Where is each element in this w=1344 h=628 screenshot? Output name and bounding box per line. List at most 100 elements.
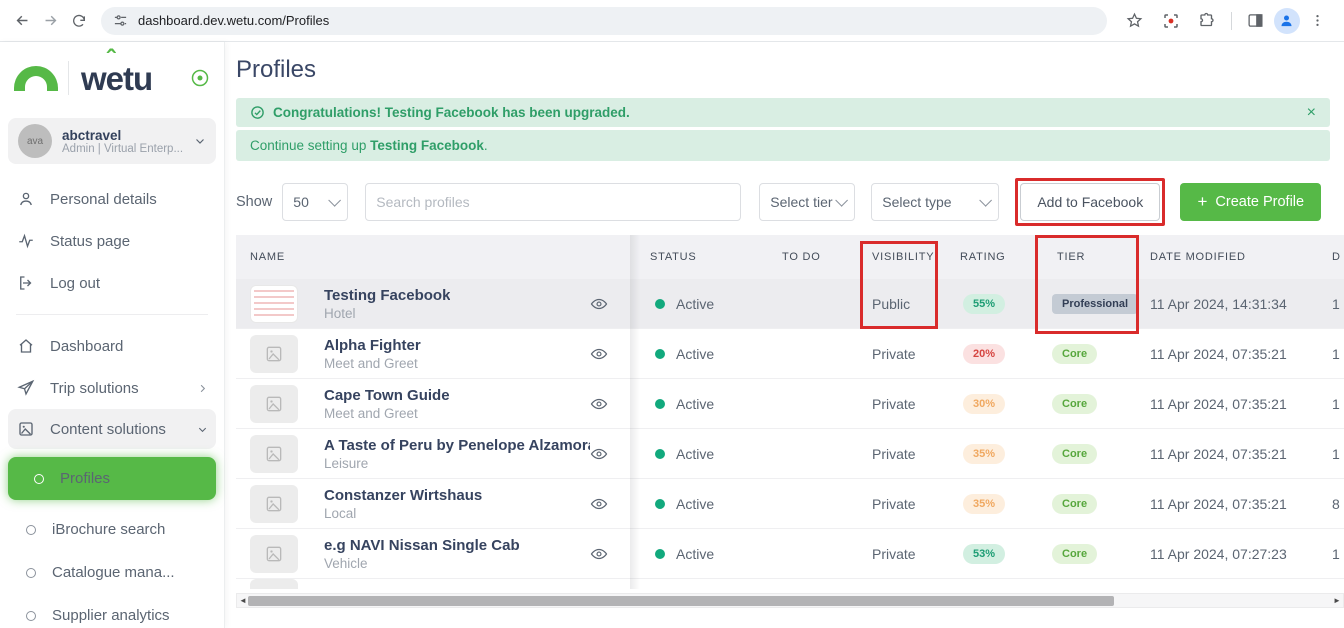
site-settings-icon[interactable] — [113, 13, 128, 28]
rating-badge: 35% — [963, 444, 1005, 464]
sidebar-item-personal-details[interactable]: Personal details — [0, 178, 224, 220]
column-header-name[interactable]: NAME — [236, 251, 630, 263]
table-row[interactable]: A Taste of Peru by Penelope Alzamora Lei… — [236, 429, 1344, 479]
scroll-right-arrow-icon[interactable]: ► — [1331, 593, 1343, 608]
user-role: Admin | Virtual Enterp... — [62, 143, 183, 155]
clipped-cell: 1 — [1318, 346, 1344, 362]
column-header-tier[interactable]: TIER — [1038, 251, 1140, 263]
status-dot — [655, 349, 665, 359]
table-row[interactable]: Alpha Fighter Meet and Greet Active Priv… — [236, 329, 1344, 379]
wetu-arch-logo — [14, 66, 58, 91]
chevron-down-icon[interactable] — [194, 135, 206, 147]
search-input[interactable] — [376, 194, 730, 210]
add-to-facebook-button[interactable]: Add to Facebook — [1020, 183, 1160, 221]
table-row[interactable]: Testing Facebook Hotel Active Public 55%… — [236, 279, 1344, 329]
sidebar-item-label: Status page — [50, 233, 130, 250]
sidebar-item-status-page[interactable]: Status page — [0, 220, 224, 262]
column-header-date-modified[interactable]: DATE MODIFIED — [1140, 251, 1318, 263]
visibility-cell: Private — [860, 446, 948, 462]
logout-icon — [16, 274, 36, 292]
side-panel-icon[interactable] — [1241, 6, 1271, 36]
radio-bullet-icon — [26, 525, 36, 535]
profile-thumbnail-placeholder — [250, 385, 298, 423]
chevron-right-icon — [197, 383, 208, 394]
table-row[interactable]: Cape Town Guide Meet and Greet Active Pr… — [236, 379, 1344, 429]
page-size-select[interactable]: 50 — [282, 183, 348, 221]
bookmark-star-icon[interactable] — [1120, 6, 1150, 36]
tier-badge: Core — [1052, 344, 1097, 364]
home-icon — [16, 337, 36, 355]
profile-type: Meet and Greet — [324, 406, 450, 421]
clipped-cell: 8 — [1318, 496, 1344, 512]
sidebar-item-catalogue-management[interactable]: Catalogue mana... — [0, 551, 224, 594]
scrollbar-thumb[interactable] — [248, 596, 1114, 606]
close-icon[interactable]: × — [1307, 104, 1316, 122]
profile-thumbnail-placeholder — [250, 579, 298, 589]
horizontal-scrollbar[interactable]: ◄ ► — [236, 593, 1344, 608]
table-row[interactable]: Constanzer Wirtshaus Local Active Privat… — [236, 479, 1344, 529]
tier-badge: Core — [1052, 494, 1097, 514]
back-icon[interactable] — [10, 6, 34, 36]
preview-eye-icon[interactable] — [590, 395, 608, 413]
profile-name: Constanzer Wirtshaus — [324, 487, 482, 504]
sidebar-toggle-icon[interactable] — [190, 68, 210, 88]
column-header-visibility[interactable]: VISIBILITY — [860, 251, 948, 263]
reload-icon[interactable] — [67, 6, 91, 36]
type-filter-select[interactable]: Select type — [871, 183, 999, 221]
sidebar-item-log-out[interactable]: Log out — [0, 262, 224, 304]
preview-eye-icon[interactable] — [590, 295, 608, 313]
plus-icon: + — [1197, 192, 1207, 212]
sidebar-item-label: Content solutions — [50, 421, 166, 438]
browser-profile-avatar[interactable] — [1274, 8, 1300, 34]
status-dot — [655, 399, 665, 409]
sidebar-item-supplier-analytics[interactable]: Supplier analytics — [0, 594, 224, 628]
profile-type: Leisure — [324, 456, 590, 471]
chevron-down-icon — [329, 194, 342, 207]
user-account-card[interactable]: ava abctravel Admin | Virtual Enterp... — [8, 118, 216, 164]
clipped-cell: 1 — [1318, 296, 1344, 312]
tier-badge: Professional — [1052, 294, 1138, 314]
date-modified-cell: 11 Apr 2024, 07:35:21 — [1140, 346, 1318, 362]
extensions-puzzle-icon[interactable] — [1192, 6, 1222, 36]
date-modified-cell: 11 Apr 2024, 07:35:21 — [1140, 396, 1318, 412]
sidebar-item-trip-solutions[interactable]: Trip solutions — [0, 367, 224, 409]
continue-banner-text: Continue setting up Testing Facebook. — [250, 138, 488, 153]
clipped-cell: 1 — [1318, 546, 1344, 562]
sidebar-item-profiles[interactable]: Profiles — [8, 457, 216, 500]
tier-filter-select[interactable]: Select tier — [759, 183, 855, 221]
column-header-todo[interactable]: TO DO — [770, 251, 860, 263]
column-header-status[interactable]: STATUS — [630, 251, 770, 263]
preview-eye-icon[interactable] — [590, 445, 608, 463]
sidebar-item-content-solutions[interactable]: Content solutions — [8, 409, 216, 449]
screen-capture-extension-icon[interactable] — [1156, 6, 1186, 36]
column-header-clipped[interactable]: D — [1318, 251, 1344, 263]
preview-eye-icon[interactable] — [590, 545, 608, 563]
table-row-clipped — [236, 579, 1344, 589]
profile-type: Meet and Greet — [324, 356, 421, 371]
column-header-rating[interactable]: RATING — [948, 251, 1038, 263]
date-modified-cell: 11 Apr 2024, 07:27:23 — [1140, 546, 1318, 562]
rating-badge: 30% — [963, 394, 1005, 414]
preview-eye-icon[interactable] — [590, 345, 608, 363]
sidebar-item-dashboard[interactable]: Dashboard — [0, 325, 224, 367]
sidebar: wetu ava abctravel Admin | Virtual Enter… — [0, 42, 225, 628]
chevron-down-icon — [836, 194, 849, 207]
profile-name: Cape Town Guide — [324, 387, 450, 404]
profile-name: Alpha Fighter — [324, 337, 421, 354]
status-text: Active — [676, 496, 714, 512]
sidebar-divider — [16, 314, 208, 315]
url-text: dashboard.dev.wetu.com/Profiles — [138, 13, 329, 28]
create-profile-button[interactable]: + Create Profile — [1180, 183, 1321, 221]
tier-badge: Core — [1052, 544, 1097, 564]
address-bar[interactable]: dashboard.dev.wetu.com/Profiles — [101, 7, 1107, 35]
profile-type: Vehicle — [324, 556, 520, 571]
person-icon — [16, 190, 36, 208]
check-circle-icon — [250, 105, 265, 120]
table-row[interactable]: e.g NAVI Nissan Single Cab Vehicle Activ… — [236, 529, 1344, 579]
browser-menu-kebab-icon[interactable] — [1303, 6, 1333, 36]
preview-eye-icon[interactable] — [590, 495, 608, 513]
sidebar-item-ibrochure-search[interactable]: iBrochure search — [0, 508, 224, 551]
status-dot — [655, 449, 665, 459]
forward-icon[interactable] — [38, 6, 62, 36]
user-avatar: ava — [18, 124, 52, 158]
